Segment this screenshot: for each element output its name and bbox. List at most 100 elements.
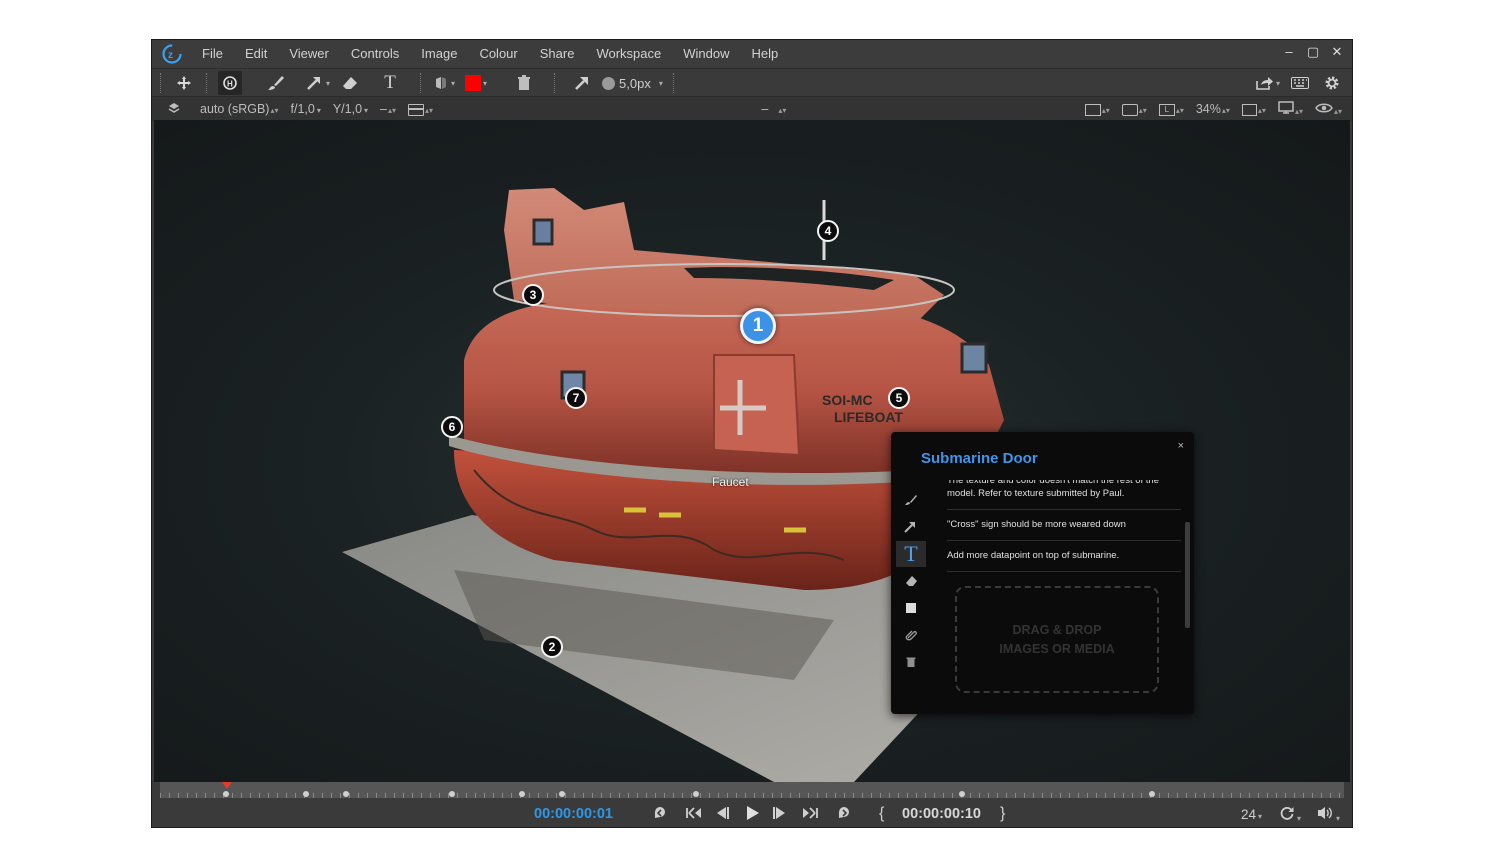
next-note-button[interactable] — [836, 805, 852, 824]
gamma-dropdown[interactable]: Y/1,0 ▾ — [333, 102, 368, 116]
go-to-start-button[interactable] — [685, 805, 703, 824]
visibility-dropdown[interactable]: ▴▾ — [1315, 102, 1342, 117]
menu-colour[interactable]: Colour — [468, 40, 528, 68]
shape-tool-button[interactable]: ▾ — [432, 71, 456, 95]
compare-mode-dropdown[interactable]: ▴▾ — [408, 102, 433, 116]
center-channel-dropdown[interactable]: – ▴▾ — [439, 102, 1079, 116]
prev-annotation-icon — [655, 806, 665, 818]
keyframe-marker[interactable] — [343, 791, 349, 797]
notes-scrollbar[interactable] — [1185, 522, 1190, 628]
clear-annotations-button[interactable] — [512, 71, 536, 95]
letterbox-dropdown[interactable]: L ▴▾ — [1158, 102, 1184, 116]
color-space-dropdown[interactable]: auto (sRGB)▴▾ — [200, 102, 279, 116]
timeline-track[interactable] — [160, 782, 1344, 798]
channel-dropdown[interactable]: –▴▾ — [380, 102, 396, 116]
keyframe-marker[interactable] — [449, 791, 455, 797]
close-button[interactable]: ✕ — [1330, 44, 1344, 60]
arrow-icon — [904, 522, 915, 533]
hotspot-marker-active[interactable]: 1 — [740, 308, 776, 344]
note-item[interactable]: "Cross" sign should be more weared down — [947, 510, 1181, 541]
hotspot-tool-button[interactable]: H — [218, 71, 242, 95]
note-panel-close-button[interactable]: × — [1178, 440, 1184, 452]
keyframe-marker[interactable] — [959, 791, 965, 797]
menu-image[interactable]: Image — [410, 40, 468, 68]
menu-workspace[interactable]: Workspace — [585, 40, 672, 68]
keyframe-marker[interactable] — [223, 791, 229, 797]
display-dropdown[interactable]: ▴▾ — [1278, 101, 1303, 117]
panel-color-button[interactable] — [896, 595, 926, 621]
in-point-button[interactable]: { — [879, 805, 884, 823]
frame-guide-dropdown[interactable]: ▴▾ — [1084, 102, 1110, 116]
hotspot-marker[interactable]: 4 — [817, 220, 839, 242]
paperclip-icon — [905, 630, 917, 641]
menu-file[interactable]: File — [191, 40, 234, 68]
out-point-button[interactable]: } — [1000, 805, 1005, 823]
media-dropzone[interactable]: DRAG & DROP IMAGES OR MEDIA — [955, 586, 1159, 693]
keyframe-marker[interactable] — [1149, 791, 1155, 797]
zoom-dropdown[interactable]: 34%▴▾ — [1196, 102, 1230, 116]
color-picker-button[interactable]: ▾ — [464, 71, 488, 95]
svg-text:z: z — [168, 50, 173, 61]
note-panel-tools: T — [895, 487, 927, 676]
share-button[interactable]: ▾ — [1256, 71, 1280, 95]
note-item[interactable]: Add more datapoint on top of submarine. — [947, 541, 1181, 572]
panel-attach-button[interactable] — [896, 622, 926, 648]
menu-edit[interactable]: Edit — [234, 40, 278, 68]
background-icon — [1241, 103, 1257, 116]
menu-share[interactable]: Share — [529, 40, 586, 68]
go-to-end-button[interactable] — [801, 805, 819, 824]
hotspot-marker[interactable]: 6 — [441, 416, 463, 438]
menu-help[interactable]: Help — [740, 40, 789, 68]
playhead[interactable] — [222, 782, 232, 789]
maximize-button[interactable]: ▢ — [1306, 44, 1320, 60]
menu-viewer[interactable]: Viewer — [278, 40, 340, 68]
keyframe-marker[interactable] — [693, 791, 699, 797]
panel-arrow-button[interactable] — [896, 514, 926, 540]
panel-brush-button[interactable] — [896, 487, 926, 513]
safe-area-dropdown[interactable]: ▴▾ — [1121, 102, 1147, 116]
panel-text-button[interactable]: T — [896, 541, 926, 567]
prev-note-button[interactable] — [652, 805, 668, 824]
safe-area-icon — [1121, 103, 1138, 116]
eraser-tool-button[interactable] — [338, 71, 362, 95]
arrow-tool-button[interactable]: ▾ — [306, 71, 330, 95]
layers-icon — [168, 102, 180, 113]
settings-button[interactable] — [1320, 71, 1344, 95]
play-button[interactable] — [744, 805, 760, 824]
step-forward-button[interactable] — [772, 805, 788, 824]
svg-text:SOI-MC: SOI-MC — [822, 392, 873, 408]
volume-dropdown[interactable]: ▾ — [1316, 805, 1340, 824]
menu-window[interactable]: Window — [672, 40, 740, 68]
hotspot-marker[interactable]: 3 — [522, 284, 544, 306]
text-tool-button[interactable]: T — [378, 71, 402, 95]
current-timecode[interactable]: 00:00:00:01 — [534, 806, 613, 822]
keyframe-marker[interactable] — [519, 791, 525, 797]
panel-eraser-button[interactable] — [896, 568, 926, 594]
viewer-viewport[interactable]: SOI-MC LIFEBOAT 1 2 3 4 5 6 7 Faucet Sub… — [154, 120, 1350, 782]
next-annotation-icon — [839, 806, 849, 818]
panel-delete-button[interactable] — [896, 649, 926, 675]
pan-tool-button[interactable] — [172, 71, 196, 95]
brush-tool-button[interactable] — [264, 71, 288, 95]
menu-controls[interactable]: Controls — [340, 40, 410, 68]
keyframe-marker[interactable] — [559, 791, 565, 797]
keyframe-marker[interactable] — [303, 791, 309, 797]
notes-list: The texture and color doesn't match the … — [947, 480, 1181, 706]
keyboard-shortcuts-button[interactable] — [1288, 71, 1312, 95]
end-timecode[interactable]: 00:00:00:10 — [902, 806, 981, 822]
layers-button[interactable] — [168, 102, 180, 117]
note-item[interactable]: The texture and color doesn't match the … — [947, 480, 1181, 510]
hotspot-marker[interactable]: 7 — [565, 387, 587, 409]
brush-size-dropdown[interactable]: 5,0px ▾ — [602, 71, 663, 95]
fstop-dropdown[interactable]: f/1,0 ▾ — [291, 102, 321, 116]
note-panel-title: Submarine Door — [921, 450, 1038, 467]
step-back-button[interactable] — [714, 805, 730, 824]
hotspot-marker[interactable]: 2 — [541, 636, 563, 658]
minimize-button[interactable]: – — [1282, 44, 1296, 60]
pointer-arrow-button[interactable] — [570, 71, 594, 95]
hotspot-marker[interactable]: 5 — [888, 387, 910, 409]
text-icon: T — [904, 541, 918, 566]
loop-mode-dropdown[interactable]: ▾ — [1279, 805, 1301, 824]
background-dropdown[interactable]: ▴▾ — [1241, 102, 1266, 116]
fps-dropdown[interactable]: 24 ▾ — [1241, 807, 1262, 822]
